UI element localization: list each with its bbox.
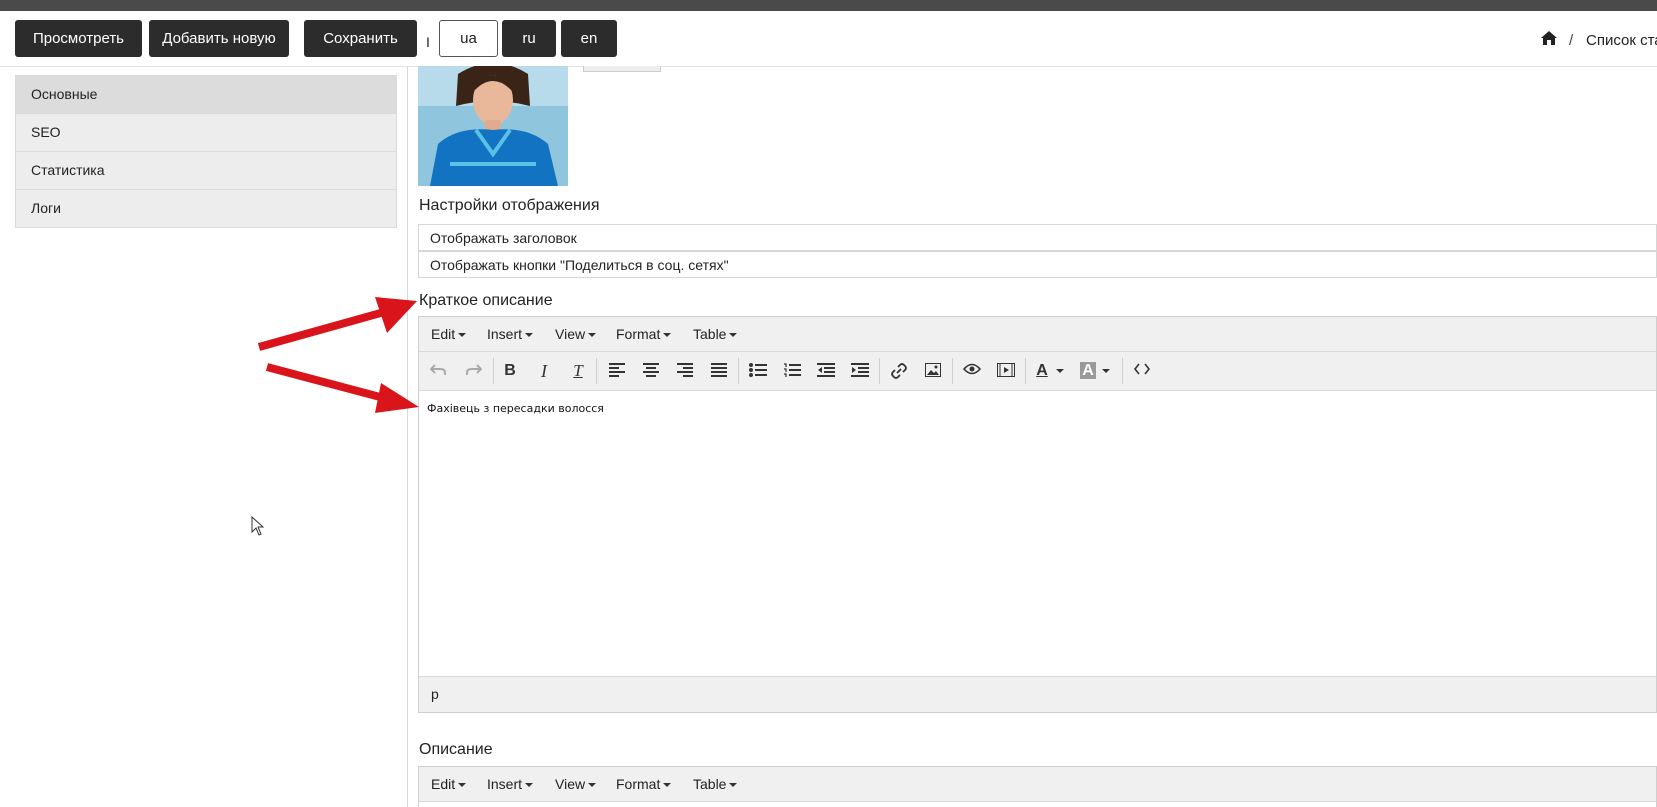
chevron-down-icon bbox=[458, 333, 467, 338]
chevron-down-icon bbox=[525, 783, 534, 788]
preview-icon[interactable] bbox=[959, 359, 985, 383]
bold-icon[interactable]: B bbox=[497, 359, 523, 383]
sidebar: Основные SEO Статистика Логи bbox=[15, 75, 397, 228]
home-icon[interactable] bbox=[1540, 30, 1558, 46]
option-show-share-buttons[interactable]: Отображать кнопки "Поделиться в соц. сет… bbox=[418, 251, 1657, 278]
short-description-title: Краткое описание bbox=[419, 292, 553, 309]
chevron-down-icon bbox=[1055, 368, 1064, 373]
description-title: Описание bbox=[419, 741, 493, 758]
profile-photo bbox=[418, 66, 568, 186]
editor-statusbar: p bbox=[419, 676, 1656, 712]
add-new-button[interactable]: Добавить новую bbox=[149, 20, 289, 57]
chevron-down-icon bbox=[588, 783, 597, 788]
image-icon[interactable] bbox=[920, 359, 946, 383]
short-description-text: Фахівець з пересадки волосся bbox=[427, 402, 604, 415]
description-editor: Edit Insert View Format Table bbox=[418, 766, 1657, 807]
menu-edit[interactable]: Edit bbox=[431, 767, 467, 801]
sidebar-item-logs[interactable]: Логи bbox=[16, 190, 396, 227]
indent-icon[interactable] bbox=[847, 359, 873, 383]
link-icon[interactable] bbox=[886, 359, 912, 383]
align-justify-icon[interactable] bbox=[706, 359, 732, 383]
menu-view[interactable]: View bbox=[555, 317, 597, 351]
toolbar-separator: I bbox=[426, 34, 430, 50]
menu-table[interactable]: Table bbox=[693, 767, 738, 801]
media-icon[interactable] bbox=[993, 359, 1019, 383]
chevron-down-icon bbox=[729, 783, 738, 788]
source-code-icon[interactable] bbox=[1129, 359, 1155, 383]
chevron-down-icon bbox=[729, 333, 738, 338]
chevron-down-icon bbox=[663, 333, 672, 338]
menu-view[interactable]: View bbox=[555, 767, 597, 801]
redo-icon[interactable] bbox=[461, 359, 487, 383]
menu-insert[interactable]: Insert bbox=[487, 767, 534, 801]
editor-menubar: Edit Insert View Format Table bbox=[419, 767, 1656, 802]
editor-menubar: Edit Insert View Format Table bbox=[419, 317, 1656, 352]
menu-format[interactable]: Format bbox=[616, 767, 672, 801]
save-button[interactable]: Сохранить bbox=[304, 20, 417, 57]
chevron-down-icon bbox=[458, 783, 467, 788]
view-button[interactable]: Просмотреть bbox=[15, 20, 142, 57]
chevron-down-icon bbox=[1101, 368, 1110, 373]
column-divider bbox=[407, 66, 408, 807]
annotation-arrow-icon bbox=[257, 297, 419, 413]
align-center-icon[interactable] bbox=[638, 359, 664, 383]
top-strip bbox=[0, 0, 1657, 11]
photo-upload-button[interactable] bbox=[583, 66, 661, 72]
menu-edit[interactable]: Edit bbox=[431, 317, 467, 351]
chevron-down-icon bbox=[663, 783, 672, 788]
sidebar-item-seo[interactable]: SEO bbox=[16, 114, 396, 152]
align-right-icon[interactable] bbox=[672, 359, 698, 383]
mouse-cursor-icon bbox=[251, 516, 265, 536]
chevron-down-icon bbox=[588, 333, 597, 338]
lang-en-button[interactable]: en bbox=[561, 20, 617, 57]
bullet-list-icon[interactable] bbox=[745, 359, 771, 383]
align-left-icon[interactable] bbox=[604, 359, 630, 383]
background-color-dropdown[interactable] bbox=[1097, 359, 1111, 383]
breadcrumb-current[interactable]: Список ста bbox=[1586, 31, 1657, 51]
menu-format[interactable]: Format bbox=[616, 317, 672, 351]
lang-ua-button[interactable]: ua bbox=[439, 20, 498, 57]
short-description-editor: Edit Insert View Format Table B I T A A … bbox=[418, 316, 1657, 713]
display-settings-title: Настройки отображения bbox=[419, 197, 600, 214]
numbered-list-icon[interactable] bbox=[779, 359, 805, 383]
option-show-title[interactable]: Отображать заголовок bbox=[418, 224, 1657, 251]
menu-insert[interactable]: Insert bbox=[487, 317, 534, 351]
clear-format-icon[interactable]: T bbox=[565, 359, 591, 383]
sidebar-item-statistics[interactable]: Статистика bbox=[16, 152, 396, 190]
action-toolbar: Просмотреть Добавить новую Сохранить I u… bbox=[0, 11, 1657, 67]
outdent-icon[interactable] bbox=[813, 359, 839, 383]
breadcrumb-separator: / bbox=[1569, 32, 1574, 49]
lang-ru-button[interactable]: ru bbox=[502, 20, 556, 57]
menu-table[interactable]: Table bbox=[693, 317, 738, 351]
text-color-dropdown[interactable] bbox=[1051, 359, 1065, 383]
sidebar-item-main[interactable]: Основные bbox=[16, 76, 396, 114]
italic-icon[interactable]: I bbox=[531, 359, 557, 383]
editor-iconbar: B I T A A bbox=[419, 352, 1656, 391]
undo-icon[interactable] bbox=[425, 359, 451, 383]
editor-content-area[interactable]: Фахівець з пересадки волосся bbox=[419, 391, 1656, 676]
chevron-down-icon bbox=[525, 333, 534, 338]
